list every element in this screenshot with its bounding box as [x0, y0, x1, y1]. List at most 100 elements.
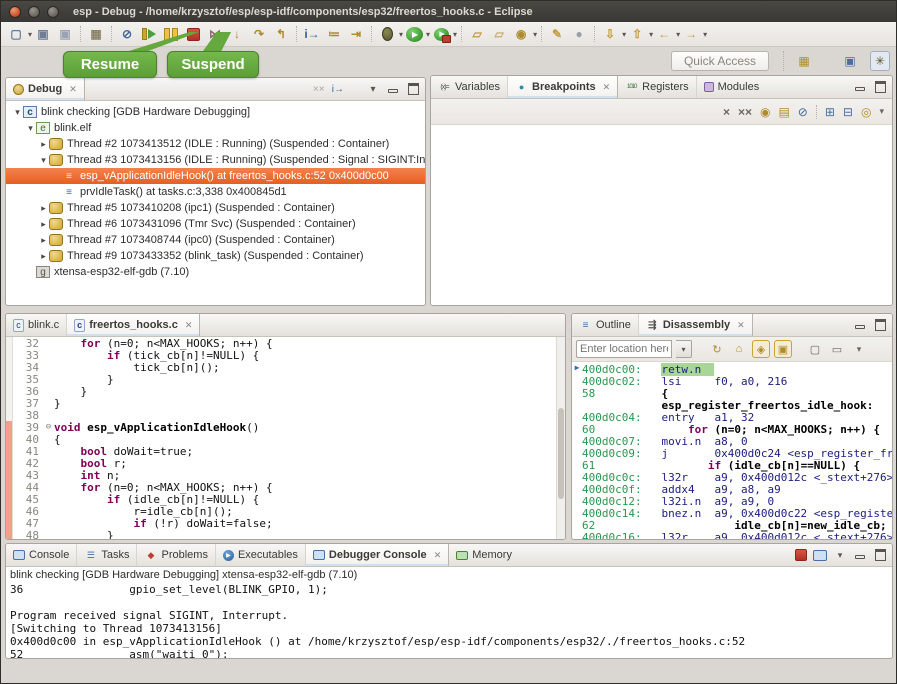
- open-perspective-icon[interactable]: ▦: [794, 51, 814, 71]
- tree-row[interactable]: ▾Thread #3 1073413156 (IDLE : Running) (…: [6, 152, 425, 168]
- new-wizard-icon[interactable]: ▢: [6, 24, 26, 44]
- binary-view-icon[interactable]: ▦: [86, 24, 106, 44]
- tree-row[interactable]: ▸Thread #5 1073410208 (ipc1) (Suspended …: [6, 200, 425, 216]
- display-selected-console-icon[interactable]: [813, 550, 827, 561]
- tree-expander-icon[interactable]: ▸: [38, 203, 49, 214]
- minimize-icon[interactable]: [386, 82, 400, 96]
- close-icon[interactable]: ✕: [737, 320, 745, 331]
- remove-all-breakpoints-icon[interactable]: ××: [738, 105, 752, 119]
- breakpoints-empty-list[interactable]: [431, 125, 892, 305]
- debug-icon[interactable]: [377, 24, 397, 44]
- last-edit-location-icon[interactable]: ✎: [547, 24, 567, 44]
- run-icon[interactable]: [404, 24, 424, 44]
- close-icon[interactable]: ✕: [185, 320, 193, 331]
- tree-expander-icon[interactable]: ▸: [38, 219, 49, 230]
- resume-icon[interactable]: [139, 24, 159, 44]
- maximize-icon[interactable]: [873, 318, 887, 332]
- remove-all-terminated-icon[interactable]: ××: [312, 82, 326, 96]
- step-over-icon[interactable]: ↷: [249, 24, 269, 44]
- tree-expander-icon[interactable]: ▾: [12, 107, 23, 118]
- refresh-icon[interactable]: ↻: [708, 340, 726, 358]
- debug-dropdown-icon[interactable]: ▾: [399, 30, 403, 39]
- tab-executables[interactable]: Executables: [216, 544, 306, 566]
- fold-marker-icon[interactable]: ⊖: [43, 422, 54, 432]
- tree-row[interactable]: ▾eblink.elf: [6, 120, 425, 136]
- tab-tasks[interactable]: Tasks: [77, 544, 137, 566]
- home-icon[interactable]: ⌂: [730, 340, 748, 358]
- tree-expander-icon[interactable]: ▸: [38, 235, 49, 246]
- minimize-icon[interactable]: [853, 548, 867, 562]
- tree-row[interactable]: ▸Thread #9 1073433352 (blink_task) (Susp…: [6, 248, 425, 264]
- expand-all-icon[interactable]: ⊞: [825, 105, 835, 119]
- tree-row[interactable]: gxtensa-esp32-elf-gdb (7.10): [6, 264, 425, 280]
- tab-freertos-hooks-c[interactable]: freertos_hooks.c ✕: [67, 314, 200, 336]
- go-to-file-icon[interactable]: ▤: [778, 105, 789, 119]
- maximize-icon[interactable]: [873, 80, 887, 94]
- save-all-icon[interactable]: ▣: [55, 24, 75, 44]
- tree-row[interactable]: ≡prvIdleTask() at tasks.c:3,338 0x400845…: [6, 184, 425, 200]
- track-expression-toggle-icon[interactable]: ▣: [774, 340, 792, 358]
- editor-scrollbar[interactable]: [556, 337, 565, 539]
- tree-expander-icon[interactable]: ▸: [38, 139, 49, 150]
- next-annotation-icon[interactable]: ⇩: [600, 24, 620, 44]
- show-supported-breakpoints-icon[interactable]: ◉: [760, 105, 770, 119]
- step-return-icon[interactable]: ↰: [271, 24, 291, 44]
- tab-problems[interactable]: Problems: [137, 544, 215, 566]
- forward-dropdown-icon[interactable]: ▾: [703, 30, 707, 39]
- tree-row[interactable]: ▾cblink checking [GDB Hardware Debugging…: [6, 104, 425, 120]
- tab-modules[interactable]: Modules: [697, 76, 767, 98]
- tree-expander-icon[interactable]: ▾: [38, 155, 49, 166]
- new-wizard-dropdown-icon[interactable]: ▾: [28, 30, 32, 39]
- open-folder-icon[interactable]: ▱: [467, 24, 487, 44]
- maximize-icon[interactable]: [873, 548, 887, 562]
- remove-breakpoint-icon[interactable]: ×: [723, 105, 730, 119]
- window-minimize-button[interactable]: [28, 6, 40, 18]
- console-dropdown-icon[interactable]: ▾: [833, 548, 847, 562]
- back-dropdown-icon[interactable]: ▾: [676, 30, 680, 39]
- tab-console[interactable]: Console: [6, 544, 77, 566]
- tab-registers[interactable]: Registers: [618, 76, 696, 98]
- tree-expander-icon[interactable]: ▸: [38, 251, 49, 262]
- cpp-perspective-icon[interactable]: ▣: [840, 51, 860, 71]
- instruction-stepping-icon[interactable]: i→: [332, 82, 344, 96]
- pin-editor-icon[interactable]: ●: [569, 24, 589, 44]
- external-tools-dropdown-icon[interactable]: ▾: [453, 30, 457, 39]
- close-icon[interactable]: ✕: [434, 550, 442, 561]
- run-dropdown-icon[interactable]: ▾: [426, 30, 430, 39]
- view-menu-icon[interactable]: ▾: [366, 82, 380, 96]
- previous-annotation-icon[interactable]: ⇧: [627, 24, 647, 44]
- collapse-all-icon[interactable]: ⊟: [843, 105, 853, 119]
- link-with-debug-icon[interactable]: ◎: [861, 105, 871, 119]
- tree-row-selected-stack-frame[interactable]: ≡esp_vApplicationIdleHook() at freertos_…: [6, 168, 425, 184]
- tab-variables[interactable]: Variables: [431, 76, 508, 98]
- tree-row[interactable]: ▸Thread #2 1073413512 (IDLE : Running) (…: [6, 136, 425, 152]
- tree-expander-icon[interactable]: ▾: [25, 123, 36, 134]
- tab-memory[interactable]: Memory: [449, 544, 519, 566]
- open-new-view-icon[interactable]: ▢: [806, 340, 824, 358]
- view-menu-icon[interactable]: ▾: [850, 340, 868, 358]
- use-step-filters-icon[interactable]: ⇥: [346, 24, 366, 44]
- terminate-icon[interactable]: [795, 549, 807, 561]
- next-annotation-dropdown-icon[interactable]: ▾: [622, 30, 626, 39]
- code-editor-area[interactable]: 32 for (n=0; n<MAX_HOOKS; n++) {33 if (t…: [6, 337, 556, 539]
- quick-access-button[interactable]: Quick Access: [671, 51, 769, 71]
- close-icon[interactable]: ✕: [69, 84, 77, 95]
- maximize-icon[interactable]: [406, 82, 420, 96]
- skip-all-breakpoints-icon[interactable]: ⊘: [798, 105, 808, 119]
- tab-debug[interactable]: Debug ✕: [6, 78, 85, 100]
- location-input[interactable]: [576, 340, 672, 358]
- tab-blink-c[interactable]: blink.c: [6, 314, 67, 336]
- minimize-icon[interactable]: [853, 80, 867, 94]
- window-maximize-button[interactable]: [47, 6, 59, 18]
- show-source-toggle-icon[interactable]: ◈: [752, 340, 770, 358]
- back-icon[interactable]: ←: [654, 24, 674, 44]
- minimize-icon[interactable]: [853, 318, 867, 332]
- search-dropdown-icon[interactable]: ▾: [533, 30, 537, 39]
- search-icon[interactable]: ◉: [511, 24, 531, 44]
- tab-disassembly[interactable]: Disassembly ✕: [639, 314, 753, 336]
- skip-all-breakpoints-icon[interactable]: ⊘: [117, 24, 137, 44]
- show-source-icon[interactable]: ≔: [324, 24, 344, 44]
- external-tools-icon[interactable]: [431, 24, 451, 44]
- pin-view-icon[interactable]: ▭: [828, 340, 846, 358]
- view-menu-icon[interactable]: ▾: [879, 106, 884, 117]
